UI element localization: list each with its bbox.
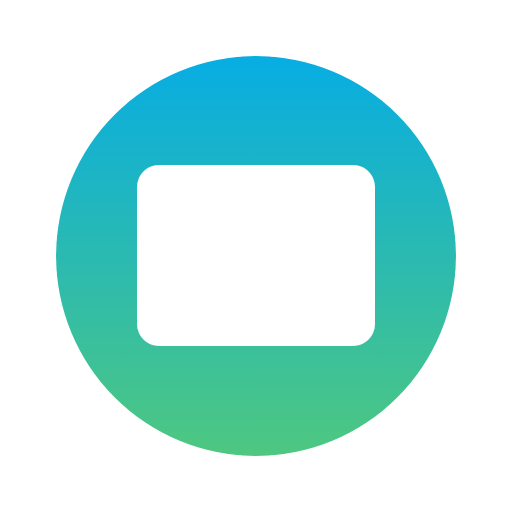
icon-canvas: [0, 0, 512, 512]
screen-glyph: [137, 165, 375, 346]
screen-icon: [56, 56, 456, 456]
app-icon[interactable]: [56, 56, 456, 456]
